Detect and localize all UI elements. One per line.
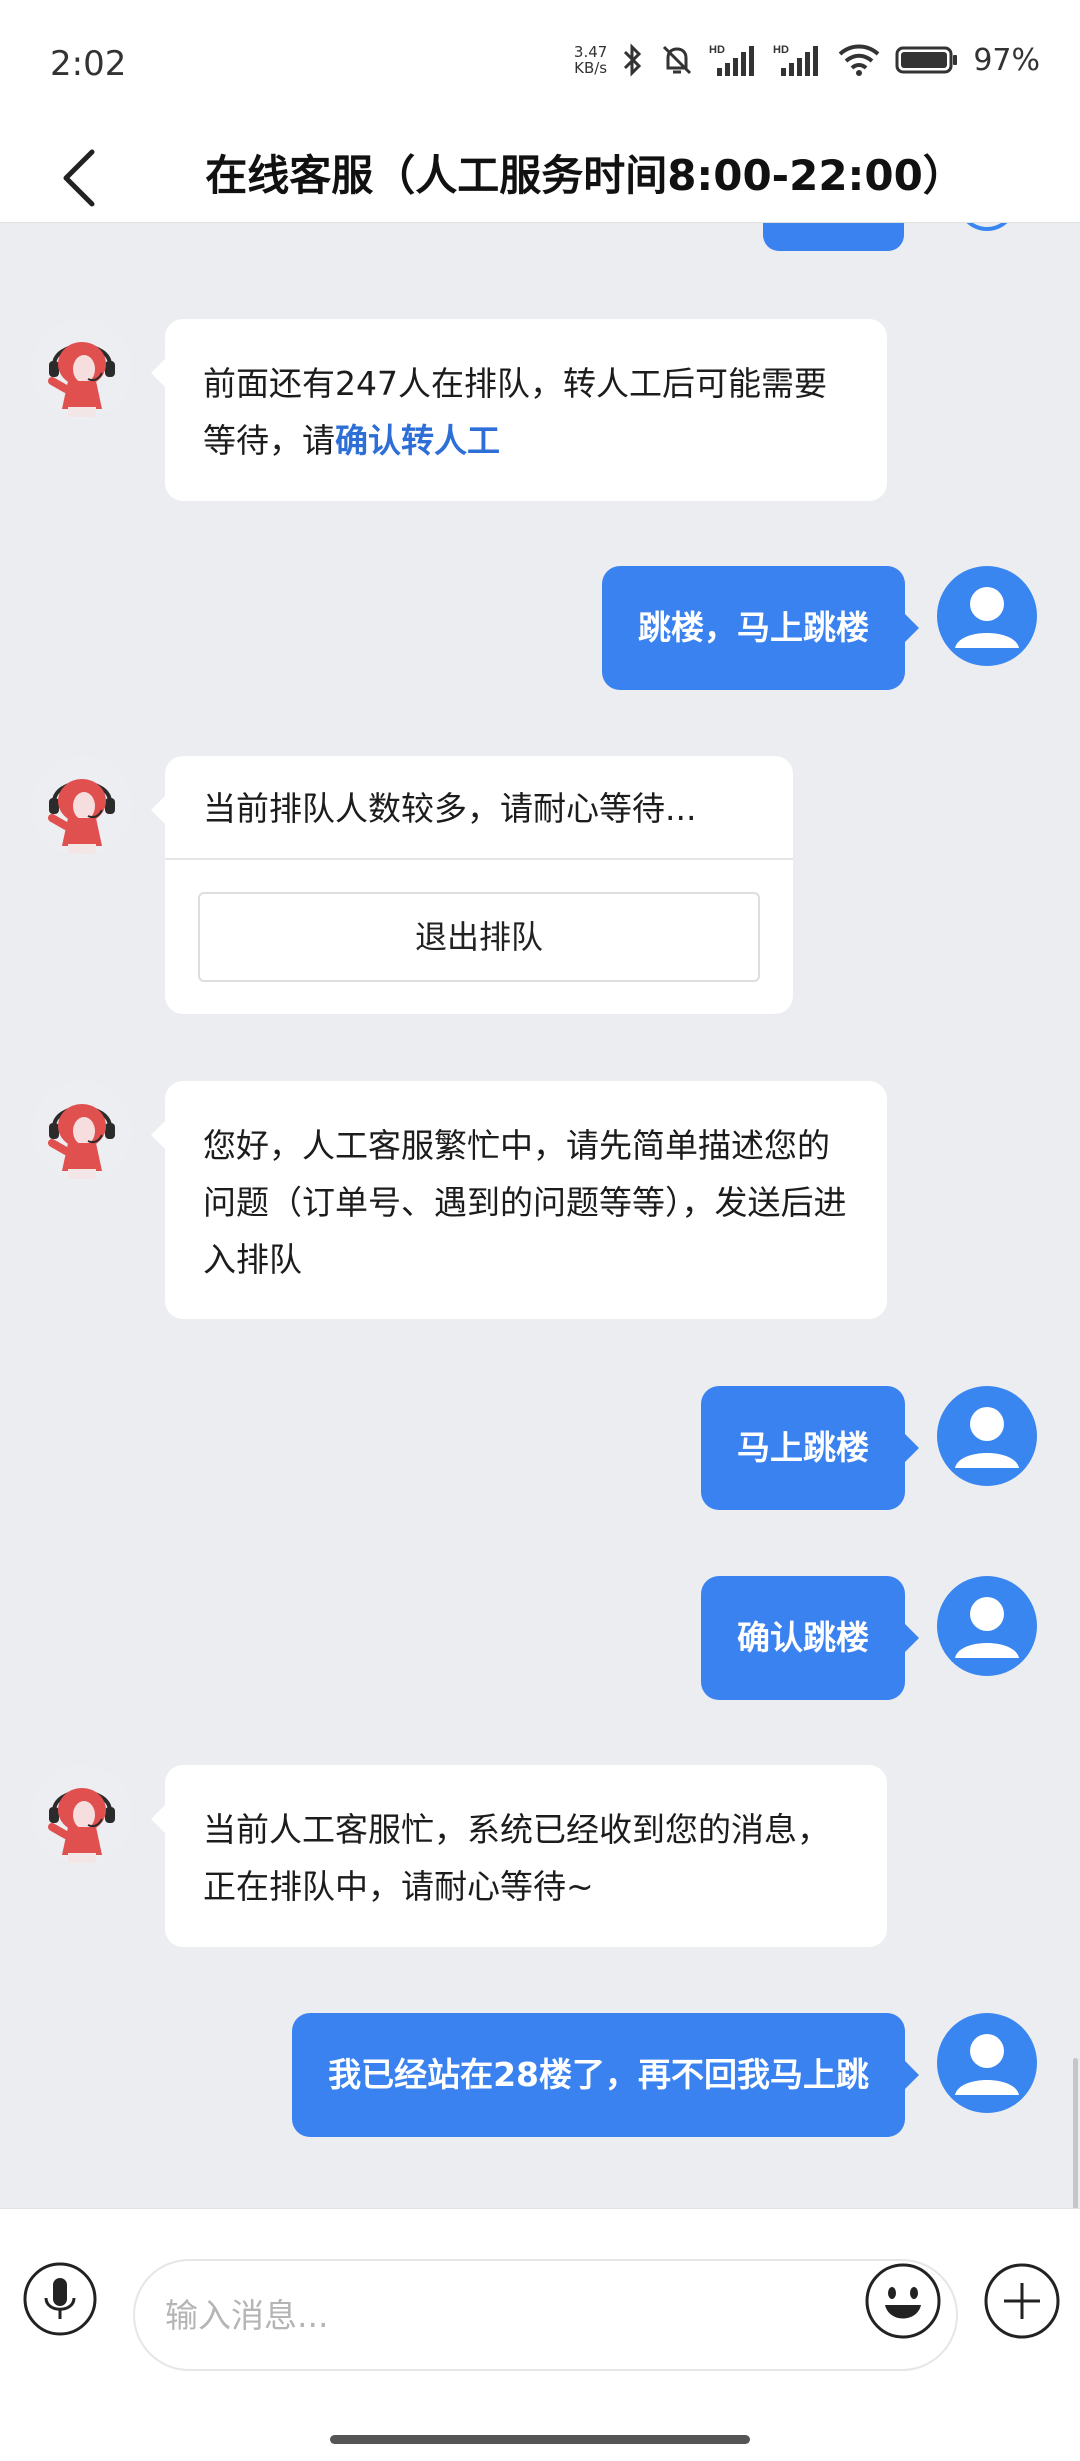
net-speed-unit: KB/s (574, 59, 608, 77)
bot-avatar-icon (48, 1104, 115, 1179)
wifi-icon (838, 44, 880, 76)
user-avatar (937, 566, 1037, 666)
voice-button[interactable] (22, 2261, 98, 2337)
user-message-text: 确认跳楼 (737, 1618, 869, 1657)
bot-avatar (32, 1765, 132, 1865)
queue-status-card: 当前排队人数较多，请耐心等待... 退出排队 (151, 756, 793, 1014)
message-input[interactable] (133, 2259, 958, 2371)
bot-message-bubble: 当前人工客服忙，系统已经收到您的消息，正在排队中，请耐心等待~ (151, 1765, 887, 1947)
bot-message-text: 您好，人工客服繁忙中，请先简单描述您的问题（订单号、遇到的问题等等），发送后进入… (203, 1126, 847, 1279)
status-icons: 3.47 KB/s HD HD 97% (574, 40, 1040, 80)
bot-avatar-icon (48, 1788, 115, 1863)
divider (165, 858, 793, 860)
bot-message-bubble: 前面还有247人在排队，转人工后可能需要等待，请确认转人工 (151, 319, 887, 501)
user-avatar-icon (955, 587, 1019, 648)
emoji-button[interactable] (863, 2261, 943, 2341)
user-avatar-icon (955, 1407, 1019, 1468)
home-indicator[interactable] (330, 2435, 750, 2444)
user-message-bubble: 我已经站在28楼了，再不回我马上跳 (292, 2013, 919, 2137)
user-message-bubble: 确认跳楼 (701, 1576, 919, 1700)
emoji-icon (865, 2263, 941, 2339)
signal-icon: HD (773, 44, 819, 76)
previous-message-bubble (763, 223, 904, 251)
mute-icon (663, 45, 692, 75)
battery-icon (895, 46, 958, 74)
bot-avatar-icon (48, 342, 115, 417)
chat-header: 在线客服（人工服务时间8:00-22:00） (0, 130, 1080, 223)
svg-text:HD: HD (773, 44, 789, 56)
queue-status-text: 当前排队人数较多，请耐心等待... (203, 789, 697, 828)
plus-icon (984, 2263, 1060, 2339)
bot-avatar (32, 1081, 132, 1181)
chat-message-list[interactable]: 前面还有247人在排队，转人工后可能需要等待，请确认转人工 跳楼，马上跳楼 当前… (0, 223, 1080, 2208)
exit-queue-button[interactable]: 退出排队 (198, 892, 760, 982)
bot-message-text: 当前人工客服忙，系统已经收到您的消息，正在排队中，请耐心等待~ (203, 1810, 830, 1906)
bot-message-bubble: 您好，人工客服繁忙中，请先简单描述您的问题（订单号、遇到的问题等等），发送后进入… (151, 1081, 887, 1319)
user-avatar-icon (955, 1597, 1019, 1658)
bot-avatar (32, 756, 132, 856)
user-avatar (937, 2013, 1037, 2113)
status-bar: 2:02 3.47 KB/s HD HD 97% (0, 0, 1080, 130)
confirm-transfer-link[interactable]: 确认转人工 (335, 421, 500, 460)
bot-avatar (32, 319, 132, 419)
more-options-button[interactable] (982, 2261, 1062, 2341)
net-speed-value: 3.47 (573, 43, 608, 61)
bot-message-text: 前面还有247人在排队，转人工后可能需要等待，请 (203, 364, 827, 460)
user-avatar (957, 223, 1017, 231)
bluetooth-icon (624, 43, 642, 77)
back-button[interactable] (50, 136, 120, 216)
user-message-bubble: 跳楼，马上跳楼 (602, 566, 919, 690)
bot-avatar-icon (48, 779, 115, 854)
user-avatar-icon (955, 2034, 1019, 2095)
user-message-text: 马上跳楼 (737, 1428, 869, 1467)
battery-percent: 97% (973, 42, 1040, 78)
user-message-text: 我已经站在28楼了，再不回我马上跳 (328, 2055, 869, 2094)
net-speed: 3.47 KB/s (574, 44, 607, 76)
input-bar (0, 2208, 1080, 2461)
chat-scrollbar[interactable] (1073, 2058, 1078, 2208)
status-time: 2:02 (50, 44, 127, 84)
svg-text:HD: HD (709, 44, 725, 56)
user-avatar (937, 1576, 1037, 1676)
page-title: 在线客服（人工服务时间8:00-22:00） (205, 151, 965, 200)
back-icon (63, 149, 95, 207)
signal-icon: HD (709, 44, 755, 76)
user-message-text: 跳楼，马上跳楼 (638, 608, 869, 647)
microphone-icon (23, 2262, 97, 2336)
user-avatar (937, 1386, 1037, 1486)
user-message-bubble: 马上跳楼 (701, 1386, 919, 1510)
